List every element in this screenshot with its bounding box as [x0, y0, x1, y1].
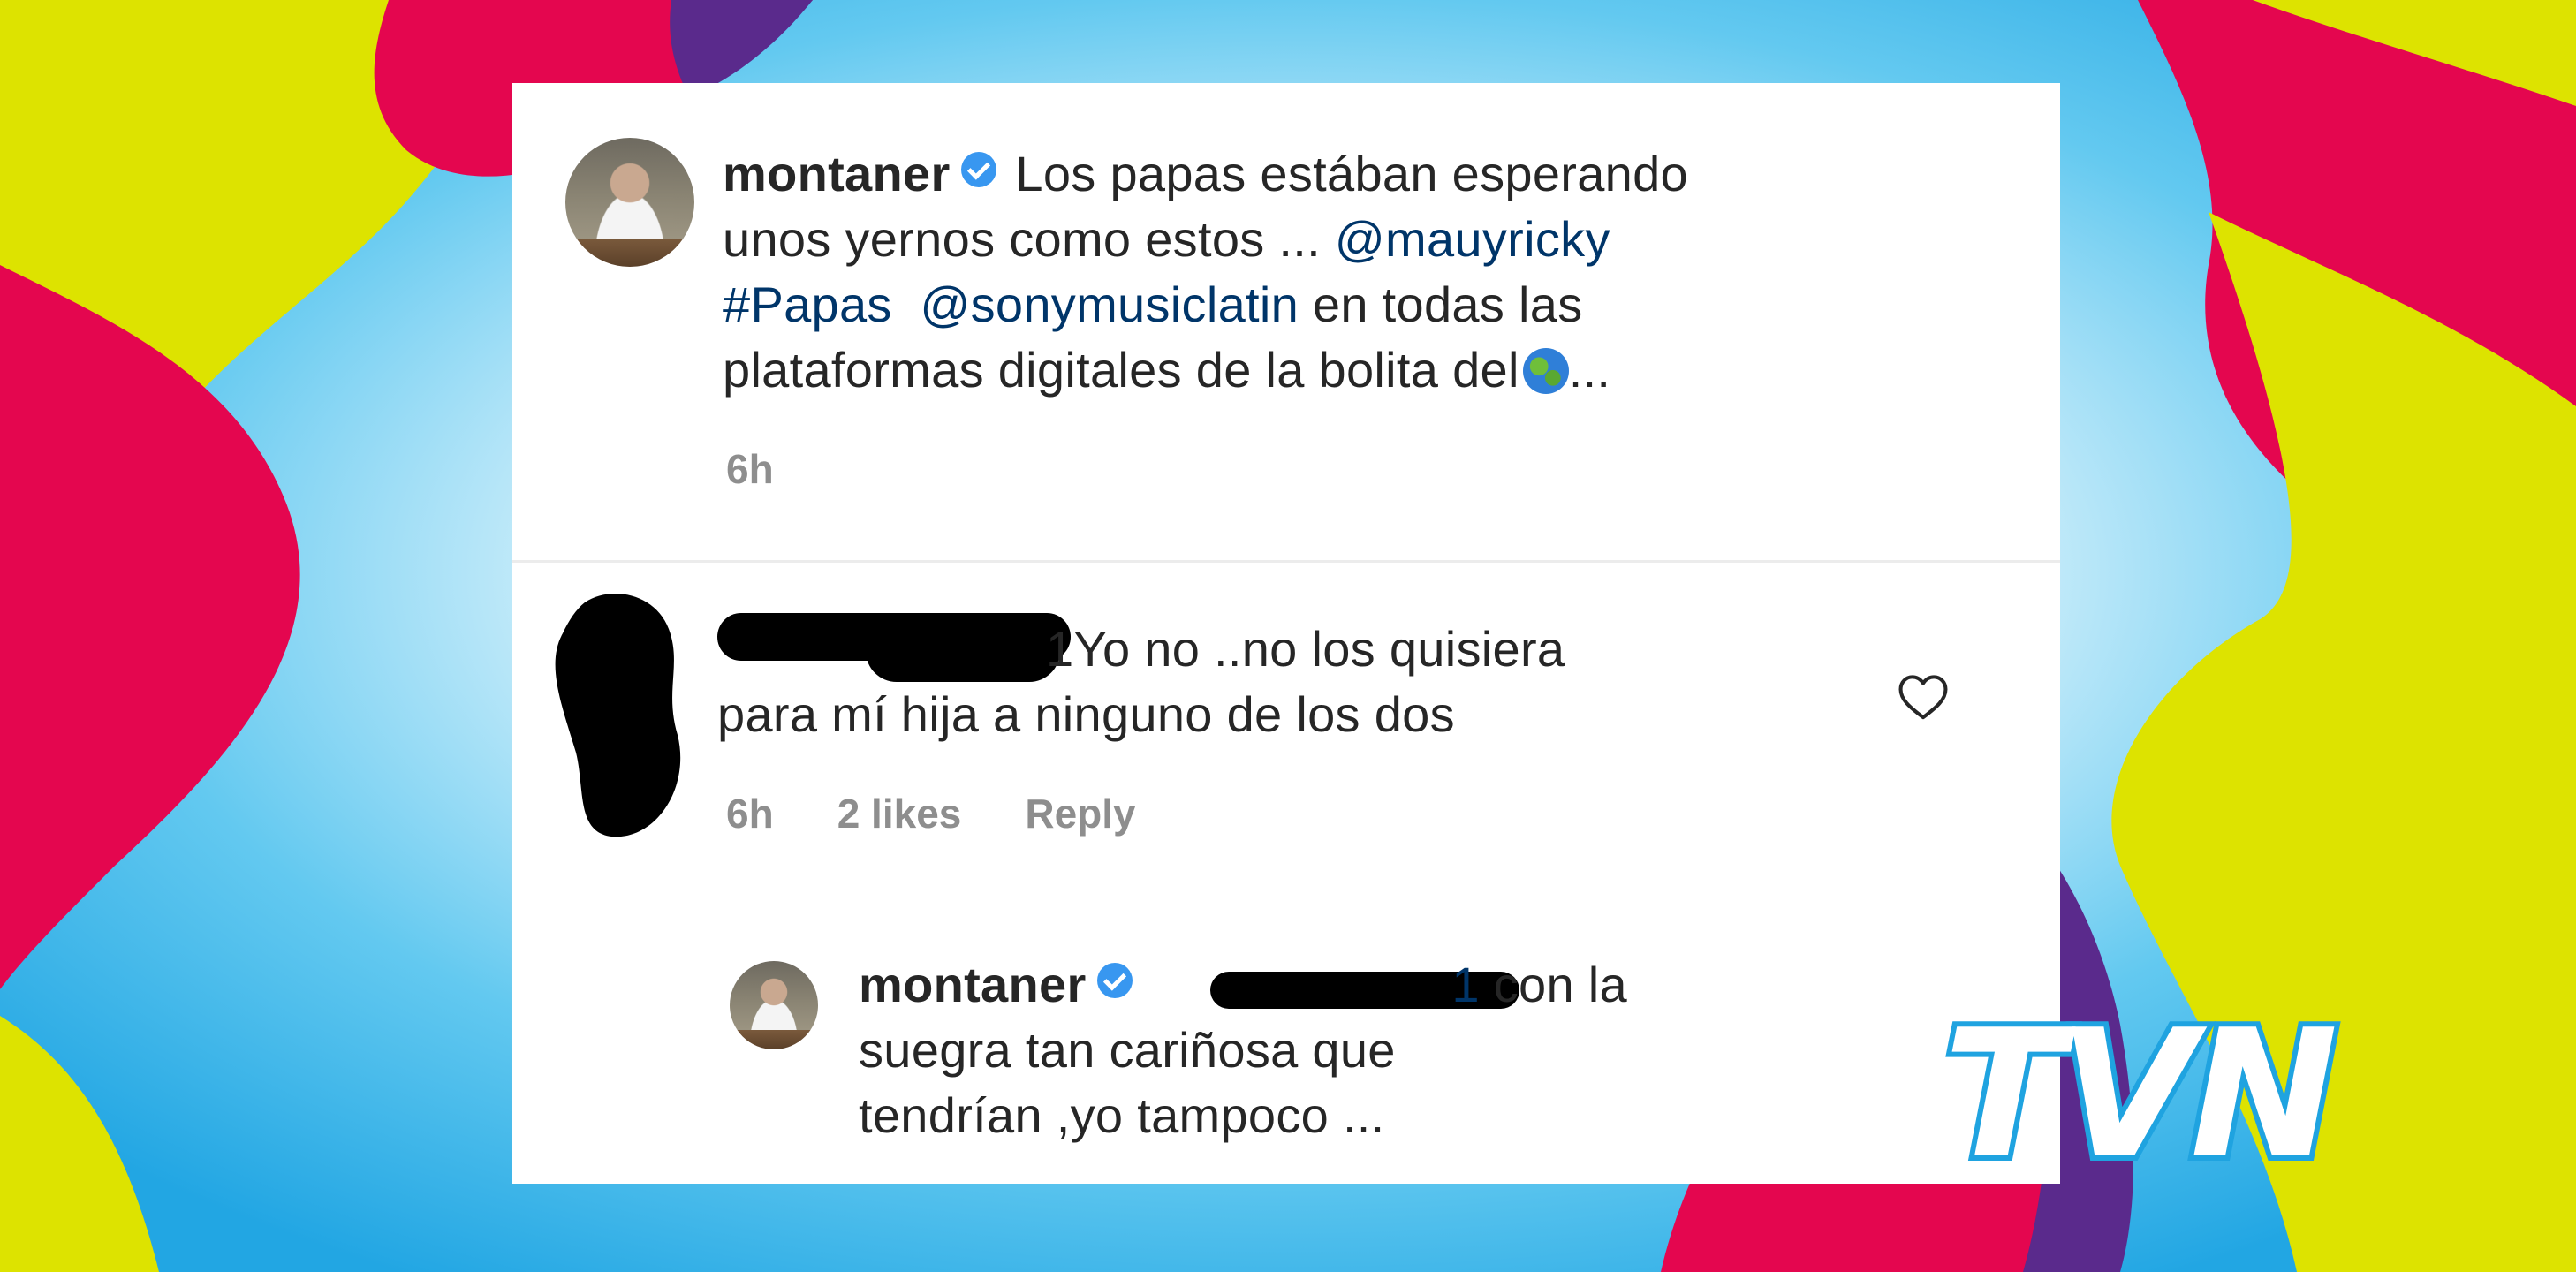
post-time: 6h	[726, 446, 774, 492]
reply-text: montaner 1 con la suegra tan cariñosa qu…	[859, 952, 2007, 1148]
caption-ellipsis: ...	[1568, 342, 1611, 398]
comment-text: 1Yo no ..no los quisiera para mí hija a …	[717, 617, 1830, 747]
reply-username[interactable]: montaner	[859, 957, 1087, 1012]
tvn-logo: TVN	[1938, 988, 2345, 1200]
caption-text-3: en todas las	[1312, 276, 1583, 332]
comment-card: montaner Los papas estában esperando uno…	[512, 83, 2060, 1184]
heart-icon[interactable]	[1896, 671, 1951, 721]
comment-username-suffix[interactable]: 1	[717, 621, 1073, 677]
logo-text: TVN	[1943, 992, 2335, 1198]
caption-text-2: unos yernos como estos ...	[723, 211, 1322, 267]
hashtag-papas[interactable]: #Papas	[723, 276, 892, 332]
post-caption: montaner Los papas estában esperando uno…	[723, 141, 1995, 403]
comment-likes[interactable]: 2 likes	[837, 790, 962, 837]
post-username[interactable]: montaner	[723, 146, 951, 201]
caption-text-4: plataformas digitales de la bolita del	[723, 342, 1519, 398]
mention-sonymusiclatin[interactable]: @sonymusiclatin	[920, 276, 1299, 332]
comment-meta: 6h 2 likes Reply	[726, 790, 1136, 837]
caption-text-1: Los papas estában esperando	[1015, 146, 1688, 201]
globe-emoji-icon	[1522, 348, 1569, 394]
post-meta: 6h	[726, 445, 774, 493]
reply-line-3: tendrían ,yo tampoco ...	[859, 1087, 1385, 1143]
reply-button[interactable]: Reply	[1025, 790, 1135, 837]
verified-badge-icon	[960, 152, 996, 187]
redacted-commenter-avatar	[555, 594, 681, 837]
section-divider	[512, 560, 2060, 563]
reply-mention-suffix[interactable]: 1	[1151, 957, 1479, 1012]
reply-verified-badge-icon	[1096, 963, 1133, 998]
comment-line-1: Yo no ..no los quisiera	[1073, 621, 1565, 677]
comment-time: 6h	[726, 791, 774, 837]
post-author-avatar[interactable]	[565, 138, 694, 267]
comment-line-2: para mí hija a ninguno de los dos	[717, 686, 1455, 742]
reply-author-avatar[interactable]	[730, 961, 818, 1049]
mention-mauyricky[interactable]: @mauyricky	[1335, 211, 1610, 267]
reply-line-1: con la	[1493, 957, 1627, 1012]
reply-line-2: suegra tan cariñosa que	[859, 1022, 1396, 1078]
